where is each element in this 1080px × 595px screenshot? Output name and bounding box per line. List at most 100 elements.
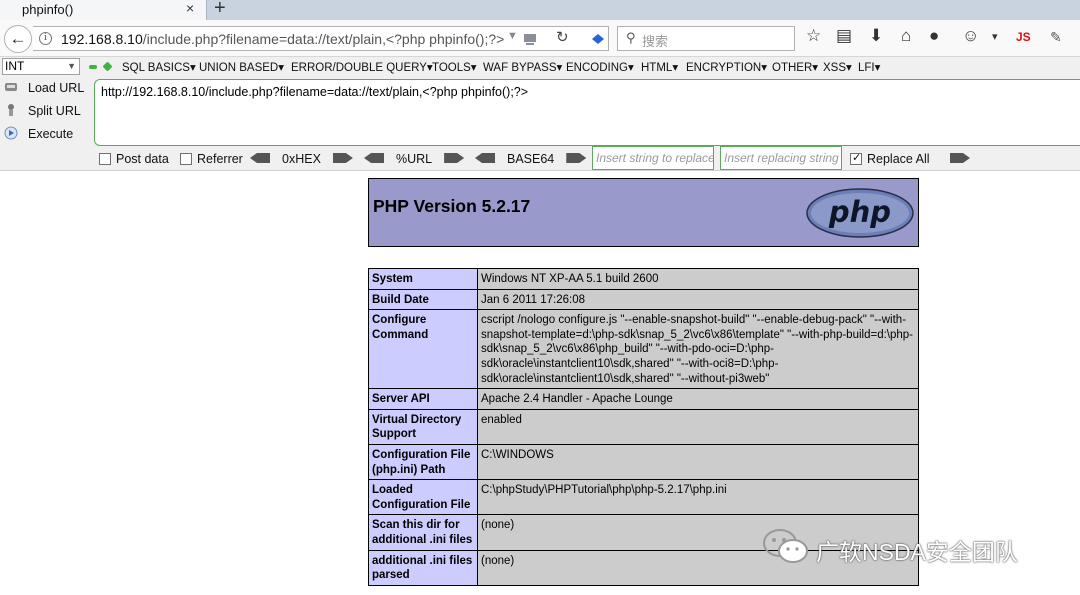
row-value: Windows NT XP-AA 5.1 build 2600 — [477, 268, 919, 290]
download-icon[interactable]: ⬇ — [869, 26, 883, 46]
int-select[interactable]: INT ▼ — [2, 58, 80, 75]
load-url-icon — [5, 83, 17, 91]
back-arrow-icon: ← — [9, 29, 27, 48]
referrer-checkbox[interactable]: Referrer — [180, 152, 243, 166]
row-key: System — [368, 268, 478, 290]
base64-control[interactable]: BASE64 — [475, 152, 587, 166]
tab-title: phpinfo() — [22, 2, 74, 17]
load-url-button[interactable]: Load URL — [4, 80, 84, 95]
hackbar-panel: Load URL Split URL Execute http://192.16… — [0, 76, 1080, 171]
row-key: Loaded Configuration File — [368, 479, 478, 516]
table-row: Virtual Directory Support enabled — [368, 408, 919, 445]
table-row: System Windows NT XP-AA 5.1 build 2600 — [368, 268, 919, 290]
menu-waf-bypass[interactable]: WAF BYPASS▾ — [483, 60, 562, 74]
js-toggle-icon[interactable]: JS — [1016, 30, 1031, 44]
menu-encoding[interactable]: ENCODING▾ — [566, 60, 634, 74]
menu-other[interactable]: OTHER▾ — [772, 60, 818, 74]
row-value: enabled — [477, 408, 919, 445]
arrow-right-icon[interactable] — [444, 153, 465, 163]
replacing-string-input[interactable]: Insert replacing string — [720, 146, 842, 170]
chevron-down-icon: ▼ — [67, 61, 76, 71]
reload-icon[interactable]: ↻ — [556, 28, 569, 46]
account-icon[interactable]: ● — [929, 26, 939, 46]
split-url-icon — [8, 104, 14, 116]
menu-lfi[interactable]: LFI▾ — [858, 60, 880, 74]
new-tab-button[interactable]: + — [214, 0, 226, 20]
wechat-icon — [763, 529, 808, 563]
url-textarea[interactable]: http://192.168.8.10/include.php?filename… — [94, 79, 1080, 146]
play-icon — [4, 126, 18, 140]
row-value: Jan 6 2011 17:26:08 — [477, 288, 919, 311]
row-value: C:\WINDOWS — [477, 443, 919, 481]
table-row: Server API Apache 2.4 Handler - Apache Lo… — [368, 388, 919, 410]
php-logo-text: php — [828, 195, 891, 229]
row-value: cscript /nologo configure.js "--enable-s… — [477, 309, 919, 390]
table-row: Configure Command cscript /nologo configu… — [368, 309, 919, 390]
php-logo: php — [806, 188, 914, 238]
navigation-bar: ← i 192.168.8.10/include.php?filename=da… — [0, 20, 1080, 57]
row-key: Virtual Directory Support — [368, 408, 478, 445]
row-key: additional .ini files parsed — [368, 549, 478, 586]
page-title: PHP Version 5.2.17 — [373, 196, 531, 216]
watermark-text: 广软NSDA安全团队 — [816, 539, 1018, 565]
page-action-icon[interactable] — [523, 32, 537, 45]
minus-icon[interactable] — [89, 65, 97, 69]
history-dropdown-icon[interactable]: ▼ — [507, 30, 518, 42]
menu-union-based[interactable]: UNION BASED▾ — [199, 60, 284, 74]
tab-phpinfo[interactable]: phpinfo() × — [0, 0, 207, 20]
replace-string-input[interactable]: Insert string to replace — [592, 146, 714, 170]
url-encode-control[interactable]: %URL — [364, 152, 465, 166]
address-text[interactable]: 192.168.8.10/include.php?filename=data:/… — [61, 31, 504, 47]
url-host: 192.168.8.10 — [61, 31, 143, 47]
extension-icon[interactable]: ✎ — [1050, 29, 1062, 46]
row-value: Apache 2.4 Handler - Apache Lounge — [477, 388, 919, 410]
palette-icon[interactable]: ☺ — [962, 26, 979, 46]
arrow-right-icon[interactable] — [566, 153, 587, 163]
row-key: Configure Command — [368, 309, 478, 390]
hackbar-menu: INT ▼ SQL BASICS▾ UNION BASED▾ ERROR/DOU… — [0, 57, 1080, 76]
search-box[interactable]: ⚲ 搜索 — [617, 26, 795, 51]
row-key: Scan this dir for additional .ini files — [368, 514, 478, 551]
php-version-header: PHP Version 5.2.17 php — [368, 178, 919, 247]
table-row: Loaded Configuration File C:\phpStudy\PHP… — [368, 479, 919, 516]
table-row: Build Date Jan 6 2011 17:26:08 — [368, 288, 919, 311]
arrow-left-icon[interactable] — [475, 153, 495, 163]
row-value: C:\phpStudy\PHPTutorial\php\php-5.2.17\p… — [477, 479, 919, 516]
home-icon[interactable]: ⌂ — [901, 26, 911, 46]
puzzle-icon[interactable] — [590, 33, 606, 45]
search-placeholder: 搜索 — [642, 34, 669, 49]
int-select-value: INT — [5, 59, 25, 73]
url-path: /include.php?filename=data://text/plain,… — [142, 31, 505, 47]
post-data-checkbox[interactable]: Post data — [99, 152, 169, 166]
table-row: Configuration File (php.ini) Path C:\WIND… — [368, 443, 919, 481]
arrow-left-icon[interactable] — [364, 153, 384, 163]
menu-tools[interactable]: TOOLS▾ — [432, 60, 477, 74]
site-info-icon[interactable]: i — [39, 32, 52, 45]
split-url-button[interactable]: Split URL — [4, 103, 81, 118]
bookmark-star-icon[interactable]: ☆ — [806, 26, 821, 46]
arrow-right-icon[interactable] — [950, 153, 970, 163]
close-tab-icon[interactable]: × — [186, 0, 194, 16]
reading-list-icon[interactable]: ▤ — [836, 26, 852, 46]
menu-dropdown-icon[interactable]: ▾ — [992, 30, 998, 43]
tab-strip: phpinfo() × + — [0, 0, 1080, 20]
replace-all-checkbox[interactable]: Replace All — [850, 151, 930, 166]
address-bar[interactable]: i 192.168.8.10/include.php?filename=data… — [33, 26, 609, 51]
hex-encode-control[interactable]: 0xHEX — [250, 152, 353, 166]
row-key: Build Date — [368, 288, 478, 311]
menu-error-double-query[interactable]: ERROR/DOUBLE QUERY▾ — [291, 60, 433, 74]
arrow-left-icon[interactable] — [250, 153, 270, 163]
arrow-right-icon[interactable] — [332, 153, 353, 163]
back-button[interactable]: ← — [4, 25, 32, 53]
row-key: Configuration File (php.ini) Path — [368, 443, 478, 481]
watermark: 广软NSDA安全团队 — [762, 527, 1062, 567]
replace-arrow-control[interactable] — [938, 152, 970, 166]
diamond-icon[interactable] — [102, 61, 113, 72]
row-key: Server API — [368, 388, 478, 410]
menu-sql-basics[interactable]: SQL BASICS▾ — [122, 60, 196, 74]
menu-html[interactable]: HTML▾ — [641, 60, 678, 74]
menu-encryption[interactable]: ENCRYPTION▾ — [686, 60, 767, 74]
menu-xss[interactable]: XSS▾ — [823, 60, 852, 74]
search-icon: ⚲ — [626, 30, 636, 45]
execute-button[interactable]: Execute — [4, 126, 73, 141]
